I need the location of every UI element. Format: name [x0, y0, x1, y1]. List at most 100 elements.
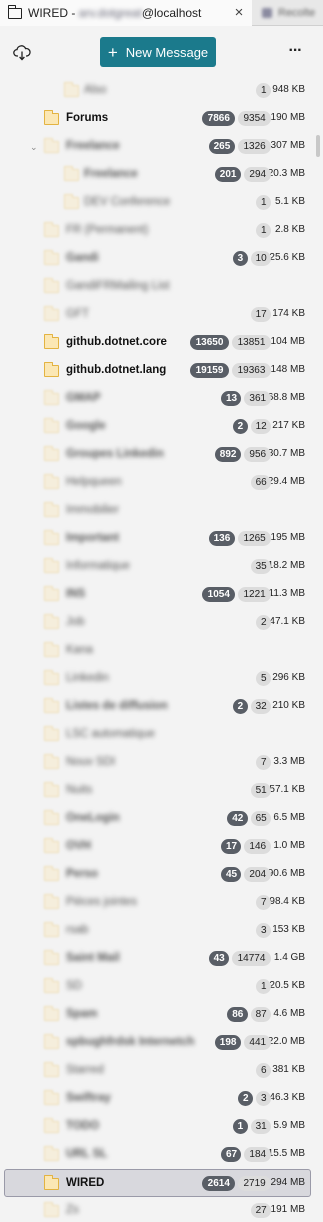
total-count-badge: 14774	[232, 951, 271, 966]
folder-icon	[43, 558, 59, 573]
total-count-badge: 7	[256, 755, 271, 770]
folder-row[interactable]: LSC automatique	[0, 721, 315, 749]
unread-count-badge: 13650	[190, 335, 229, 350]
folder-icon	[43, 586, 59, 601]
folder-row[interactable]: ⌄ Freelance 307 MB 1326 265	[0, 133, 315, 161]
folder-icon	[43, 922, 59, 937]
tab-wired[interactable]: WIRED - arv.dotgreat@localhost ×	[0, 0, 252, 26]
folder-row[interactable]: spbughfrdsk Internetch 22.0 MB 441 198	[0, 1029, 315, 1057]
new-message-button[interactable]: + New Message	[100, 37, 216, 67]
folder-name: INS	[66, 588, 86, 600]
folder-icon	[43, 670, 59, 685]
unread-count-badge: 2	[232, 419, 248, 434]
total-count-badge: 3	[256, 923, 271, 938]
folder-icon	[43, 1006, 59, 1021]
chevron-down-icon[interactable]: ⌄	[30, 142, 38, 153]
folder-row[interactable]: Also 948 KB 1	[0, 77, 315, 105]
folder-row[interactable]: Zs 191 MB 27	[0, 1197, 315, 1222]
folder-name: SD	[66, 980, 82, 992]
folder-name: TODO	[66, 1120, 100, 1132]
folder-row[interactable]: INS 11.3 MB 1221 1054	[0, 581, 315, 609]
folder-row[interactable]: GFT 174 KB 17	[0, 301, 315, 329]
folder-name: DEV Conference	[84, 196, 171, 208]
more-dots-icon[interactable]: ···	[288, 42, 303, 60]
folder-row[interactable]: Job 47.1 KB 2	[0, 609, 315, 637]
folder-row[interactable]: Saint Mail 1.4 GB 14774 43	[0, 945, 315, 973]
tab-other[interactable]: Recolte	[254, 0, 323, 26]
folder-row[interactable]: Groupes Linkedin 30.7 MB 956 892	[0, 441, 315, 469]
folder-row[interactable]: DEV Conference 5.1 KB 1	[0, 189, 315, 217]
tab-app-icon	[262, 8, 272, 18]
folder-row[interactable]: Perso 90.6 MB 204 45	[0, 861, 315, 889]
folder-icon	[43, 642, 59, 657]
folder-name: URL SL	[66, 1148, 108, 1160]
unread-count-badge: 19159	[190, 363, 229, 378]
folder-icon	[43, 726, 59, 741]
folder-row[interactable]: Starred 381 KB 6	[0, 1057, 315, 1085]
folder-row[interactable]: Important 195 MB 1265 136	[0, 525, 315, 553]
folder-pane: Also 948 KB 1 Forums 190 MB 9354 7866 ⌄ Freelanc…	[0, 77, 315, 1222]
total-count-badge: 66	[250, 475, 271, 490]
folder-row[interactable]: WIRED 294 MB 2719 2614	[4, 1169, 311, 1197]
folder-icon	[63, 194, 79, 209]
folder-name: Linkedin	[66, 672, 109, 684]
folder-name: LSC automatique	[66, 728, 155, 740]
total-count-badge: 1	[256, 195, 271, 210]
new-message-label: New Message	[125, 44, 209, 60]
folder-row[interactable]: rsab 153 KB 3	[0, 917, 315, 945]
folder-row[interactable]: OVH 1.0 MB 146 17	[0, 833, 315, 861]
unread-count-badge: 892	[214, 447, 242, 462]
folder-icon	[43, 530, 59, 545]
folder-row[interactable]: Pièces jointes 98.4 KB 7	[0, 889, 315, 917]
folder-name: Starred	[66, 1064, 104, 1076]
folder-icon	[43, 866, 59, 881]
folder-row[interactable]: Nouv SDI 3.3 MB 7	[0, 749, 315, 777]
folder-row[interactable]: OneLogin 6.5 MB 65 42	[0, 805, 315, 833]
folder-row[interactable]: FR (Permanent) 2.8 KB 1	[0, 217, 315, 245]
unread-count-badge: 3	[232, 251, 248, 266]
folder-name: Nouv SDI	[66, 756, 116, 768]
folder-row[interactable]: Swiftray 46.3 KB 3 2	[0, 1085, 315, 1113]
unread-count-badge: 2	[238, 1091, 253, 1106]
scrollbar-thumb[interactable]	[316, 135, 320, 157]
plus-icon: +	[107, 42, 118, 62]
folder-row[interactable]: Freelance 20.3 MB 294 201	[0, 161, 315, 189]
folder-name: Google	[66, 420, 106, 432]
folder-row[interactable]: Spam 4.6 MB 87 86	[0, 1001, 315, 1029]
folder-name: OVH	[66, 840, 91, 852]
folder-name: Groupes Linkedin	[66, 448, 164, 460]
folder-row[interactable]: github.dotnet.lang 148 MB 19363 19159	[0, 357, 315, 385]
folder-icon	[43, 306, 59, 321]
unread-count-badge: 67	[221, 1147, 242, 1162]
folder-row[interactable]: Nuits 57.1 KB 51	[0, 777, 315, 805]
close-icon[interactable]: ×	[232, 5, 246, 20]
folder-name: Informatique	[66, 560, 130, 572]
folder-row[interactable]: github.dotnet.core 104 MB 13851 13650	[0, 329, 315, 357]
folder-row[interactable]: Helpqueen 29.4 MB 66	[0, 469, 315, 497]
cloud-download-icon[interactable]	[13, 45, 31, 61]
total-count-badge: 1	[256, 83, 271, 98]
folder-row[interactable]: GandiFRMailing List	[0, 273, 315, 301]
folder-icon	[43, 138, 59, 153]
folder-row[interactable]: SD 20.5 KB 1	[0, 973, 315, 1001]
folder-row[interactable]: Google 217 KB 12 2	[0, 413, 315, 441]
folder-name: OneLogin	[66, 812, 120, 824]
folder-row[interactable]: Forums 190 MB 9354 7866	[0, 105, 315, 133]
folder-row[interactable]: Listes de diffusion 210 KB 32 2	[0, 693, 315, 721]
folder-icon	[43, 754, 59, 769]
folder-row[interactable]: Informatique 18.2 MB 35	[0, 553, 315, 581]
folder-icon	[43, 110, 59, 125]
folder-row[interactable]: Gandi 25.6 KB 10 3	[0, 245, 315, 273]
folder-row[interactable]: Kana	[0, 637, 315, 665]
folder-icon	[43, 390, 59, 405]
folder-icon	[43, 1175, 59, 1190]
folder-row[interactable]: GMAP 68.8 MB 361 13	[0, 385, 315, 413]
folder-icon	[43, 1062, 59, 1077]
folder-row[interactable]: Immobilier	[0, 497, 315, 525]
folder-name: spbughfrdsk Internetch	[66, 1036, 195, 1048]
folder-name: Also	[84, 84, 107, 96]
folder-row[interactable]: TODO 5.9 MB 31 1	[0, 1113, 315, 1141]
folder-name: Perso	[66, 868, 98, 880]
folder-row[interactable]: URL SL 15.5 MB 184 67	[0, 1141, 315, 1169]
folder-row[interactable]: Linkedin 296 KB 5	[0, 665, 315, 693]
